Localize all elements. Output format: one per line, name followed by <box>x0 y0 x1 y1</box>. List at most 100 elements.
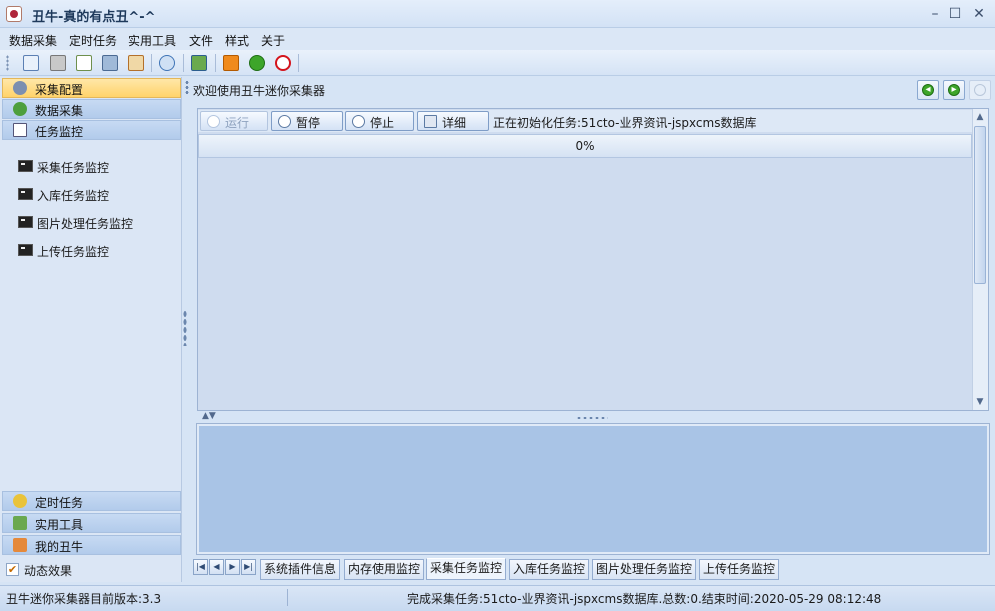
image-icon[interactable] <box>191 55 207 71</box>
monitor-icon <box>13 123 27 137</box>
tree-item-label: 采集任务监控 <box>37 161 110 175</box>
sidebar-group-label: 我的丑牛 <box>35 540 84 554</box>
progress-bar: 0% <box>198 134 972 158</box>
back-icon: ◂ <box>922 84 934 96</box>
tree-item-label: 入库任务监控 <box>37 189 110 203</box>
tab-plugin-info[interactable]: 系统插件信息 <box>260 559 341 580</box>
sidebar-splitter[interactable] <box>183 310 187 346</box>
sidebar-group-scheduled[interactable]: 定时任务 <box>2 491 181 511</box>
sidebar-group-label: 采集配置 <box>35 83 84 97</box>
menu-style[interactable]: 样式 <box>225 32 249 49</box>
stop-icon[interactable] <box>275 55 291 71</box>
status-divider <box>287 589 288 606</box>
server-icon[interactable] <box>102 55 118 71</box>
header-grip <box>185 80 189 96</box>
sidebar-group-label: 定时任务 <box>35 496 84 510</box>
tab-storage-monitor[interactable]: 入库任务监控 <box>509 559 590 580</box>
collapse-arrows-icon[interactable]: ▲▼ <box>202 411 216 421</box>
add-document-icon[interactable] <box>76 55 92 71</box>
sidebar-group-my-chouniu[interactable]: 我的丑牛 <box>2 535 181 555</box>
sidebar-group-tools[interactable]: 实用工具 <box>2 513 181 533</box>
run-label: 运行 <box>225 116 250 130</box>
sidebar-group-collection-config[interactable]: 采集配置 <box>2 78 181 98</box>
tab-upload-monitor[interactable]: 上传任务监控 <box>699 559 780 580</box>
scroll-down-icon[interactable]: ▼ <box>974 396 986 408</box>
sidebar-group-task-monitor[interactable]: 任务监控 <box>2 120 181 140</box>
tab-collect-monitor[interactable]: 采集任务监控 <box>426 558 507 580</box>
disabled-button[interactable] <box>969 80 991 100</box>
close-button[interactable]: ✕ <box>970 5 988 23</box>
sidebar-group-label: 数据采集 <box>35 104 84 118</box>
stop-icon <box>352 115 365 128</box>
dynamic-effect-checkbox[interactable]: ✔ <box>6 563 19 576</box>
task-status-text: 正在初始化任务:51cto-业界资讯-jspxcms数据库 <box>493 116 757 130</box>
console-icon <box>18 244 33 256</box>
version-status: 丑牛迷你采集器目前版本:3.3 <box>6 592 162 606</box>
console-icon <box>18 188 33 200</box>
tools-icon <box>13 516 27 530</box>
toolbar-separator <box>151 54 152 72</box>
toolbar <box>0 50 995 76</box>
details-label: 详细 <box>442 116 467 130</box>
details-icon <box>424 115 437 128</box>
refresh-settings-icon[interactable] <box>159 55 175 71</box>
welcome-text: 欢迎使用丑牛迷你采集器 <box>193 84 326 98</box>
minimize-button[interactable]: – <box>926 5 944 23</box>
tree-item-label: 上传任务监控 <box>37 245 110 259</box>
rss-icon[interactable] <box>223 55 239 71</box>
sidebar-group-label: 任务监控 <box>35 125 84 139</box>
run-button[interactable]: 运行 <box>200 111 268 131</box>
details-button[interactable]: 详细 <box>417 111 489 131</box>
stop-button[interactable]: 停止 <box>345 111 414 131</box>
console-icon <box>18 216 33 228</box>
forward-button[interactable]: ▸ <box>943 80 965 100</box>
console-icon <box>18 160 33 172</box>
tab-navigation: |◀ ◀ ▶ ▶| <box>193 559 257 577</box>
menu-bar: 数据采集 定时任务 实用工具 文件 样式 关于 <box>0 28 995 50</box>
tab-image-monitor[interactable]: 图片处理任务监控 <box>592 559 697 580</box>
pause-button[interactable]: 暂停 <box>271 111 343 131</box>
menu-utilities[interactable]: 实用工具 <box>128 32 176 49</box>
toolbar-grip[interactable] <box>6 55 9 71</box>
progress-text: 0% <box>575 139 595 153</box>
maximize-button[interactable]: ☐ <box>946 5 964 23</box>
app-logo-icon <box>6 6 22 22</box>
toolbar-separator <box>183 54 184 72</box>
forward-icon: ▸ <box>948 84 960 96</box>
sidebar-group-data-collection[interactable]: 数据采集 <box>2 99 181 119</box>
sidebar-group-label: 实用工具 <box>35 518 84 532</box>
disabled-icon <box>974 84 986 96</box>
menu-about[interactable]: 关于 <box>261 32 285 49</box>
task-completion-status: 完成采集任务:51cto-业界资讯-jspxcms数据库.总数:0.结束时间:2… <box>407 592 882 606</box>
title-bar: 丑牛-真的有点丑^-^ – ☐ ✕ <box>0 0 995 28</box>
menu-data-collection[interactable]: 数据采集 <box>9 32 57 49</box>
back-button[interactable]: ◂ <box>917 80 939 100</box>
pause-label: 暂停 <box>296 116 321 130</box>
tab-first-button[interactable]: |◀ <box>193 559 208 575</box>
globe-icon <box>13 102 27 116</box>
tab-last-button[interactable]: ▶| <box>241 559 256 575</box>
log-panel <box>196 423 990 555</box>
print-icon[interactable] <box>50 55 66 71</box>
database-icon[interactable] <box>128 55 144 71</box>
gear-icon <box>13 81 27 95</box>
pause-icon <box>278 115 291 128</box>
clock-icon <box>13 494 27 508</box>
home-icon <box>13 538 27 552</box>
menu-scheduled-tasks[interactable]: 定时任务 <box>69 32 117 49</box>
splitter-grip-icon[interactable] <box>576 416 608 420</box>
scroll-up-icon[interactable]: ▲ <box>974 111 986 123</box>
tab-next-button[interactable]: ▶ <box>225 559 240 575</box>
window-title: 丑牛-真的有点丑^-^ <box>32 10 156 25</box>
menu-file[interactable]: 文件 <box>189 32 213 49</box>
scrollbar-thumb[interactable] <box>974 126 986 284</box>
tab-memory-monitor[interactable]: 内存使用监控 <box>344 559 425 580</box>
play-icon <box>207 115 220 128</box>
toolbar-separator <box>215 54 216 72</box>
tab-prev-button[interactable]: ◀ <box>209 559 224 575</box>
download-icon[interactable] <box>249 55 265 71</box>
sidebar: 采集配置 数据采集 任务监控 采集任务监控 入库任务监控 图片处理任务监控 上传… <box>0 77 182 582</box>
stop-label: 停止 <box>370 116 395 130</box>
toolbar-separator <box>298 54 299 72</box>
new-task-icon[interactable] <box>23 55 39 71</box>
